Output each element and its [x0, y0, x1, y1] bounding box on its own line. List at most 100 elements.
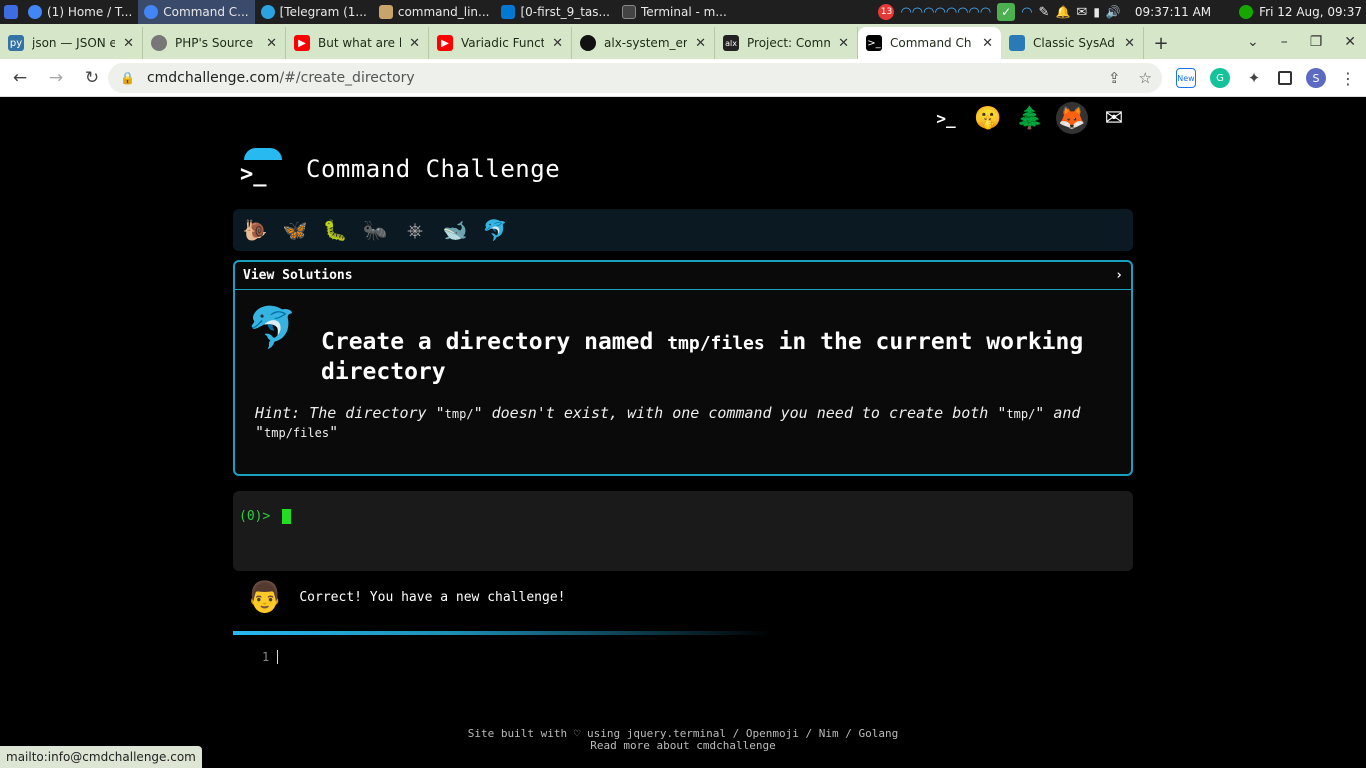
task-1[interactable]: Command C...: [138, 0, 255, 24]
task-5[interactable]: Terminal - m...: [616, 0, 733, 24]
view-solutions-label: View Solutions: [243, 268, 353, 283]
tab-title: Classic SysAdi: [1033, 36, 1117, 50]
feedback-text: Correct! You have a new challenge!: [299, 590, 566, 605]
close-icon[interactable]: ✕: [1124, 36, 1135, 51]
progress-line: [233, 631, 773, 635]
menu-kebab-icon[interactable]: ⋮: [1340, 69, 1356, 88]
task-2[interactable]: [Telegram (1...: [255, 0, 373, 24]
hint-text: " doesn't exist, with one command you ne…: [473, 404, 1007, 422]
os-taskbar: (1) Home / T... Command C... [Telegram (…: [0, 0, 1366, 24]
close-icon[interactable]: ✕: [266, 36, 277, 51]
python-icon: py: [8, 35, 24, 51]
dolphin-icon[interactable]: 🐬: [481, 216, 509, 244]
youtube-icon: ▶: [437, 35, 453, 51]
tab-title: Variadic Funct: [461, 36, 545, 50]
extension-new-icon[interactable]: New: [1176, 68, 1196, 88]
whale-icon[interactable]: 🐋: [441, 216, 469, 244]
date[interactable]: Fri 12 Aug, 09:37: [1259, 5, 1362, 19]
wifi-icon[interactable]: ◠◠◠◠◠◠◠◠: [900, 5, 991, 20]
tab-title: alx-system_er: [604, 36, 688, 50]
puzzle-icon[interactable]: ✦: [1244, 68, 1264, 88]
gitlab-icon[interactable]: 🦊: [1056, 102, 1088, 134]
close-icon[interactable]: ✕: [409, 36, 420, 51]
tab-php[interactable]: PHP's Source ✕: [143, 27, 286, 59]
side-panel-icon[interactable]: [1278, 71, 1292, 85]
app-menu[interactable]: [0, 0, 22, 24]
task-label: command_lin...: [397, 5, 490, 19]
helm-icon[interactable]: ⎈: [401, 216, 429, 244]
tab-classic-sysadmin[interactable]: Classic SysAdi ✕: [1001, 27, 1144, 59]
close-icon[interactable]: ✕: [123, 36, 134, 51]
logo-cap: [244, 148, 282, 160]
notification-badge[interactable]: 13: [878, 4, 895, 20]
caterpillar-icon[interactable]: 🐛: [321, 216, 349, 244]
share-icon[interactable]: ⇪: [1108, 69, 1121, 87]
site-logo: >_: [238, 148, 286, 190]
clock[interactable]: 09:37:11 AM: [1135, 5, 1211, 19]
back-button[interactable]: ←: [4, 62, 36, 94]
terminal-cursor: [282, 509, 292, 524]
task-0[interactable]: (1) Home / T...: [22, 0, 138, 24]
person-icon: 👨: [246, 580, 284, 615]
wifi-icon[interactable]: ◠: [1021, 5, 1032, 20]
address-bar[interactable]: 🔒 cmdchallenge.com/#/create_directory ⇪ …: [108, 63, 1162, 93]
challenge-title: Create a directory named tmp/files in th…: [321, 328, 1121, 386]
new-tab-button[interactable]: +: [1144, 27, 1178, 59]
view-solutions-bar[interactable]: View Solutions ›: [235, 262, 1131, 290]
tab-alx-project[interactable]: alx Project: Comm ✕: [715, 27, 858, 59]
battery-icon[interactable]: ▮: [1093, 5, 1100, 19]
minimize-icon[interactable]: –: [1281, 34, 1288, 50]
close-icon[interactable]: ✕: [982, 36, 993, 51]
url-host: cmdchallenge.com: [146, 70, 280, 86]
close-icon[interactable]: ✕: [552, 36, 563, 51]
check-icon[interactable]: ✓: [997, 3, 1016, 21]
tab-title: Project: Comm: [747, 36, 831, 50]
snail-icon[interactable]: 🐌: [241, 216, 269, 244]
close-icon[interactable]: ✕: [838, 36, 849, 51]
tab-github[interactable]: alx-system_er ✕: [572, 27, 715, 59]
ant-icon[interactable]: 🐜: [361, 216, 389, 244]
task-3[interactable]: command_lin...: [373, 0, 496, 24]
tab-youtube-2[interactable]: ▶ Variadic Funct ✕: [429, 27, 572, 59]
edit-icon[interactable]: ✎: [1039, 5, 1050, 20]
profile-avatar[interactable]: S: [1306, 68, 1326, 88]
folder-icon: [378, 5, 393, 19]
hint-text: ": [329, 423, 339, 441]
butterfly-icon[interactable]: 🦋: [281, 216, 309, 244]
tab-command-challenge[interactable]: >_ Command Ch ✕: [858, 27, 1001, 59]
grammarly-icon[interactable]: G: [1210, 68, 1230, 88]
terminal-logo-icon[interactable]: >_: [930, 102, 962, 134]
task-4[interactable]: [0-first_9_tas...: [495, 0, 615, 24]
tab-json[interactable]: py json — JSON e ✕: [0, 27, 143, 59]
github-icon: [580, 35, 596, 51]
tab-youtube-1[interactable]: ▶ But what are l ✕: [286, 27, 429, 59]
bell-icon[interactable]: 🔔: [1055, 5, 1070, 19]
shushing-face-icon[interactable]: 🤫: [972, 102, 1004, 134]
footer-about-link[interactable]: Read more about cmdchallenge: [433, 740, 933, 752]
hint-code: tmp/: [1006, 407, 1036, 421]
tab-title: Command Ch: [890, 36, 972, 50]
reload-button[interactable]: ↻: [76, 62, 108, 94]
bookmark-star-icon[interactable]: ☆: [1139, 69, 1152, 87]
terminal-input[interactable]: (0)>: [233, 491, 1133, 571]
close-icon[interactable]: ✕: [695, 36, 706, 51]
linux-foundation-icon: [1009, 35, 1025, 51]
upwork-icon[interactable]: [1239, 5, 1254, 19]
command-editor[interactable]: 1: [262, 650, 279, 664]
tab-search-icon[interactable]: ⌄: [1247, 34, 1259, 50]
volume-icon[interactable]: 🔊: [1106, 5, 1121, 19]
browser-toolbar: ← → ↻ 🔒 cmdchallenge.com/#/create_direct…: [0, 59, 1366, 97]
chrome-icon: [144, 5, 159, 19]
restore-icon[interactable]: ❐: [1310, 34, 1323, 50]
footer: Site built with ♡ using jquery.terminal …: [433, 728, 933, 752]
mail-icon[interactable]: ✉: [1098, 102, 1130, 134]
window-controls: ⌄ – ❐ ✕: [1247, 24, 1356, 59]
forward-button[interactable]: →: [40, 62, 72, 94]
tree-icon[interactable]: 🌲: [1014, 102, 1046, 134]
task-label: [0-first_9_tas...: [520, 5, 610, 19]
mail-icon[interactable]: ✉: [1076, 5, 1087, 20]
close-window-icon[interactable]: ✕: [1344, 34, 1356, 50]
line-number: 1: [262, 650, 270, 664]
dolphin-icon: 🐬: [247, 305, 297, 351]
lock-icon[interactable]: 🔒: [120, 71, 135, 85]
